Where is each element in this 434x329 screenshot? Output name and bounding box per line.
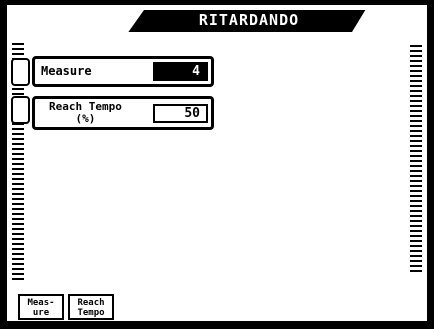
reach-tempo-label-line2: (%) <box>75 112 96 125</box>
tab-reach-tempo-line2: Tempo <box>77 308 105 318</box>
bottom-tab-bar: Meas- ure Reach Tempo <box>18 294 114 320</box>
title-bar-left-cutout <box>14 10 144 32</box>
right-side-strip <box>410 44 422 272</box>
page-title: RITARDANDO <box>198 11 300 29</box>
tab-reach-tempo[interactable]: Reach Tempo <box>68 294 114 320</box>
side-knob-icon[interactable] <box>11 58 30 86</box>
bottom-divider <box>12 322 422 325</box>
reach-tempo-field[interactable]: Reach Tempo (%) 50 <box>32 96 214 130</box>
reach-tempo-value[interactable]: 50 <box>153 104 208 123</box>
side-knob-icon[interactable] <box>11 96 30 124</box>
reach-tempo-label: Reach Tempo (%) <box>49 101 122 125</box>
measure-field[interactable]: Measure 4 <box>32 56 214 87</box>
tab-reach-tempo-line1: Reach <box>77 298 105 308</box>
tab-measure[interactable]: Meas- ure <box>18 294 64 320</box>
tab-measure-line2: ure <box>32 308 50 318</box>
lcd-frame <box>0 0 434 329</box>
tab-measure-line1: Meas- <box>27 298 55 308</box>
measure-label: Measure <box>41 64 92 78</box>
measure-value[interactable]: 4 <box>153 62 208 81</box>
